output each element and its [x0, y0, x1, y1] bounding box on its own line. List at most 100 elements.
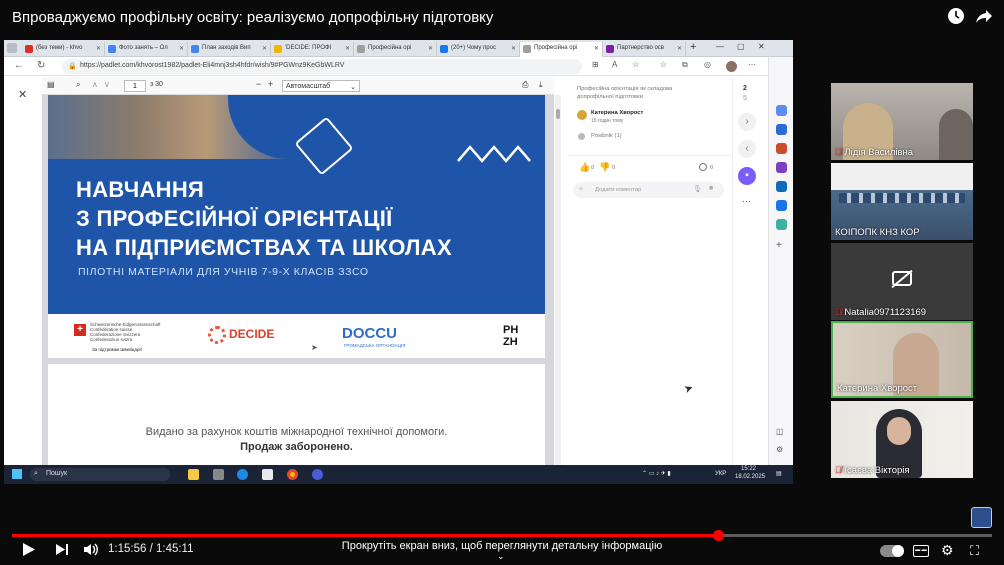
taskbar-date[interactable]: 18.02.2025 — [735, 474, 765, 480]
download-icon[interactable]: ⤓ — [539, 80, 543, 90]
watch-later-icon[interactable] — [945, 7, 967, 30]
sidebar-layout-icon[interactable]: ◫ — [776, 427, 784, 436]
toolbox-icon[interactable] — [776, 143, 787, 154]
search-icon[interactable] — [776, 105, 787, 116]
tag-icon[interactable] — [776, 124, 787, 135]
meeting-app-icon[interactable] — [312, 469, 323, 480]
browser-tab[interactable]: (без теми) - khvo ✕ — [22, 42, 105, 57]
participant-tile-1[interactable]: 🎙̸ Лідія Василівна — [831, 83, 973, 160]
browser-tab[interactable]: Фото занять – Ол ✕ — [105, 42, 188, 57]
thumbs-up-icon[interactable]: 👍 — [579, 162, 590, 173]
m365-icon[interactable] — [776, 181, 787, 192]
autoplay-toggle[interactable] — [880, 545, 904, 557]
browser-tab[interactable]: (20+) Чому прос ✕ — [437, 42, 520, 57]
prev-page-icon[interactable]: ∧ — [92, 80, 98, 89]
progress-scrubber[interactable] — [712, 530, 724, 541]
participant-tile-2[interactable]: КОІПОПК КНЗ КОР — [831, 163, 973, 240]
extensions-icon[interactable]: ◎ — [704, 60, 711, 69]
tab-close-icon[interactable]: ✕ — [594, 45, 599, 52]
participant-tile-5[interactable]: 🎙̸ Ісаєва Вікторія — [831, 401, 973, 478]
read-aloud-icon[interactable]: A — [612, 60, 617, 69]
print-icon[interactable]: ⎙ — [522, 80, 528, 90]
browser-tab[interactable]: Професійна орі ✕ — [520, 42, 603, 57]
next-video-icon[interactable] — [55, 542, 69, 560]
zoom-in-icon[interactable]: + — [268, 79, 273, 89]
close-window-icon[interactable]: ✕ — [758, 42, 765, 51]
pdf-viewer[interactable]: НАВЧАННЯ З ПРОФЕСІЙНОЇ ОРІЄНТАЦІЇ НА ПІД… — [42, 95, 554, 474]
participant-tile-4-active[interactable]: Катерина Хворост — [831, 321, 973, 398]
reload-icon[interactable]: ↻ — [37, 60, 45, 71]
tab-close-icon[interactable]: ✕ — [262, 45, 267, 52]
zigzag-decoration — [457, 145, 531, 163]
browser-tab[interactable]: 'DECIDE: ПРОФІ ✕ — [271, 42, 354, 57]
more-icon[interactable]: ⋯ — [748, 60, 756, 69]
settings-gear-icon[interactable]: ⚙ — [941, 542, 954, 559]
tab-close-icon[interactable]: ✕ — [428, 45, 433, 52]
thumbs-down-icon[interactable]: 👎 — [599, 162, 610, 173]
chrome-icon[interactable] — [287, 469, 298, 480]
mic-icon[interactable]: 🎙 — [693, 185, 702, 193]
emoji-icon[interactable]: ✧ — [578, 185, 584, 193]
camera-icon[interactable]: ■ — [709, 185, 713, 192]
pdf-scrollbar[interactable] — [555, 95, 561, 465]
tray-icons[interactable]: ⌃ ▭ ♪ ✈ ▮ — [642, 470, 671, 477]
video-player[interactable]: Впроваджуємо профільну освіту: реалізуєм… — [0, 0, 1004, 565]
browser-tab[interactable]: Професійна орі ✕ — [354, 42, 437, 57]
share-icon[interactable] — [973, 7, 995, 30]
comment-input[interactable]: ✧ Додати коментар 🎙 ■ — [573, 182, 724, 198]
keyboard-language[interactable]: УКР — [715, 471, 726, 477]
profile-avatar[interactable] — [726, 61, 737, 72]
participant-tile-3[interactable]: 🎙̸ Natalia0971123169 — [831, 243, 973, 320]
maximize-icon[interactable]: ▢ — [737, 42, 745, 51]
zoom-out-icon[interactable]: − — [256, 79, 261, 89]
next-post-button[interactable]: › — [738, 113, 756, 131]
browser-tab[interactable]: План заходів Вип ✕ — [188, 42, 271, 57]
sidebar-toggle-icon[interactable]: ▤ — [47, 80, 55, 89]
address-bar-row: ← ↻ 🔒 https://padlet.com/khvorost1982/pa… — [4, 57, 793, 76]
outlook-icon[interactable] — [776, 200, 787, 211]
favorites-icon[interactable]: ☆ — [660, 60, 667, 69]
channel-watermark[interactable] — [971, 507, 992, 528]
back-icon[interactable]: ← — [14, 60, 24, 71]
play-icon[interactable] — [22, 542, 36, 560]
windows-start-icon[interactable] — [12, 469, 22, 479]
prev-post-button[interactable]: ‹ — [738, 140, 756, 158]
close-post-icon[interactable]: ✕ — [18, 88, 27, 101]
shopping-icon[interactable] — [776, 219, 787, 230]
new-tab-button[interactable]: + — [690, 41, 696, 53]
settings-icon[interactable]: ⚙ — [776, 445, 783, 454]
reader-icon[interactable]: ⊞ — [592, 60, 599, 69]
taskbar-clock[interactable]: 15:22 — [741, 466, 756, 472]
browser-tab[interactable]: Партнерство осв ✕ — [603, 42, 686, 57]
tab-close-icon[interactable]: ✕ — [511, 45, 516, 52]
collections-icon[interactable]: ⧉ — [682, 60, 688, 70]
more-options-icon[interactable]: ⋯ — [742, 196, 751, 207]
pdf-search-icon[interactable]: ⌕ — [76, 80, 80, 90]
tab-actions-icon[interactable] — [7, 43, 17, 53]
tab-close-icon[interactable]: ✕ — [96, 45, 101, 52]
tab-close-icon[interactable]: ✕ — [179, 45, 184, 52]
task-view-icon[interactable] — [213, 469, 224, 480]
url-field[interactable]: 🔒 https://padlet.com/khvorost1982/padlet… — [62, 59, 582, 74]
tab-close-icon[interactable]: ✕ — [677, 45, 682, 52]
games-icon[interactable] — [776, 162, 787, 173]
attachment-link[interactable]: Posibnik (1) — [591, 133, 622, 139]
next-page-icon[interactable]: ∨ — [104, 80, 110, 89]
tab-favicon-icon — [108, 45, 116, 53]
notifications-icon[interactable]: ▤ — [776, 470, 782, 477]
volume-icon[interactable] — [83, 542, 99, 560]
add-icon[interactable]: + — [776, 240, 782, 251]
page-number-input[interactable]: 1 — [124, 80, 146, 92]
taskbar-search[interactable]: ⌕ Пошук — [30, 468, 170, 481]
zoom-select[interactable]: Автомасштаб ⌄ — [282, 80, 360, 92]
fullscreen-icon[interactable]: ⛶ — [970, 543, 979, 559]
file-explorer-icon[interactable] — [188, 469, 199, 480]
subtitles-icon[interactable]: ▬ ▬ — [913, 545, 929, 557]
chevron-down-icon[interactable]: ⌄ — [497, 551, 505, 562]
tab-close-icon[interactable]: ✕ — [345, 45, 350, 52]
edge-icon[interactable] — [237, 469, 248, 480]
favorite-icon[interactable]: ☆ — [632, 60, 639, 69]
post-action-button[interactable]: ▪ — [738, 167, 756, 185]
document-icon[interactable] — [262, 469, 273, 480]
minimize-icon[interactable]: — — [716, 42, 724, 51]
